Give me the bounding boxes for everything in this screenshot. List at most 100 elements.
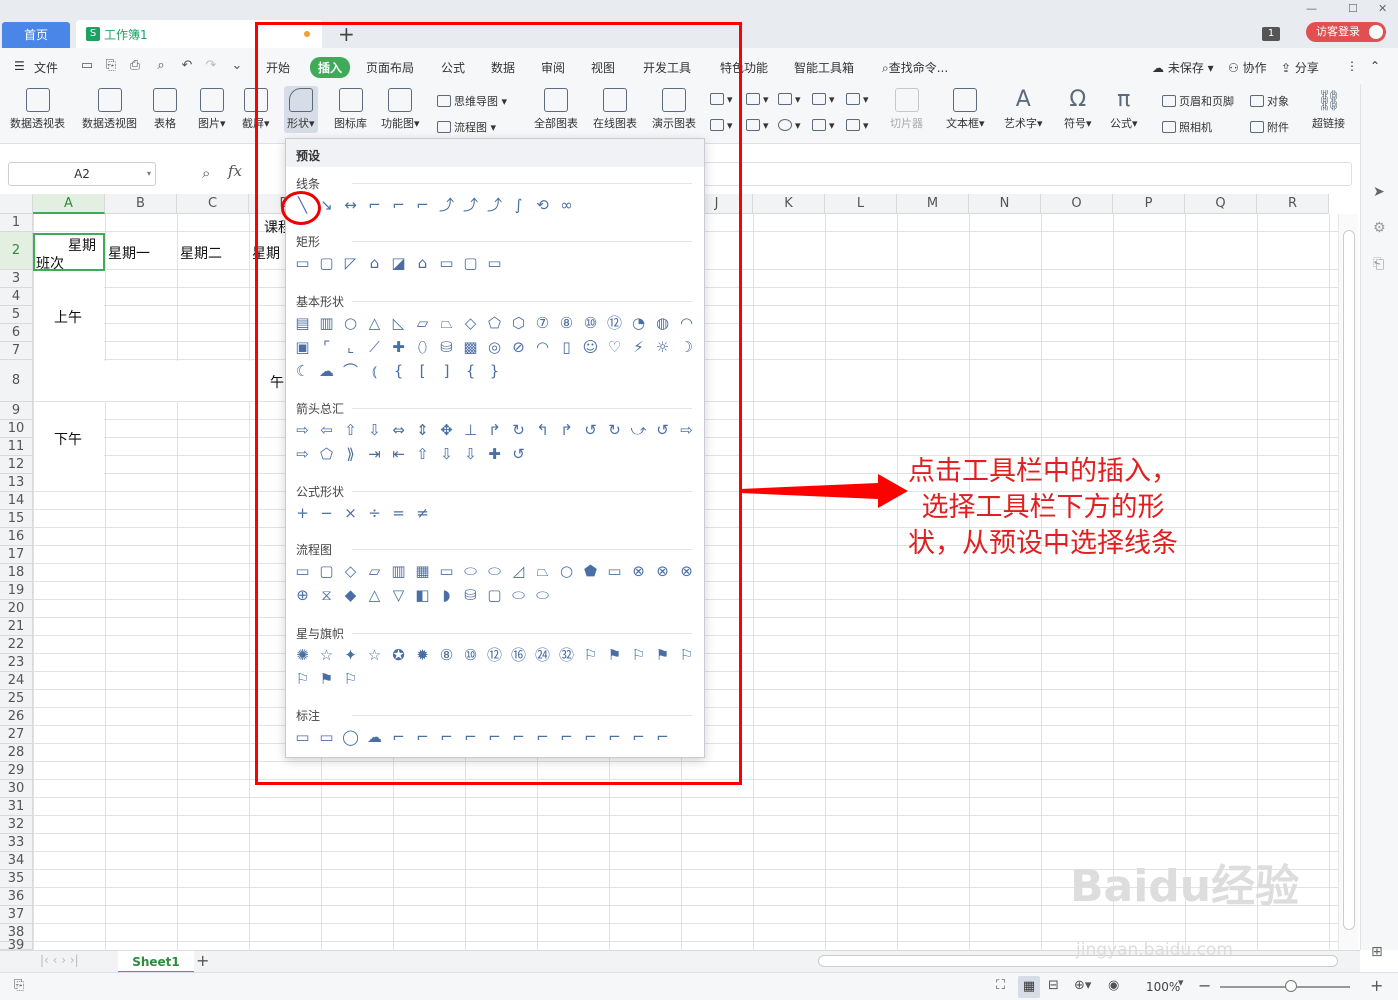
row-header-13[interactable]: 13 — [0, 474, 33, 492]
formula-button[interactable]: π 公式▾ — [1110, 88, 1138, 131]
row-header-9[interactable]: 9 — [0, 402, 33, 420]
column-header-p[interactable]: P — [1113, 194, 1185, 214]
add-sheet-button[interactable]: + — [196, 951, 209, 971]
page-break-view-icon[interactable]: ⊟ — [1048, 978, 1059, 993]
row-header-1[interactable]: 1 — [0, 214, 33, 232]
share-button[interactable]: ⇪ 分享 — [1281, 59, 1319, 76]
row-header-28[interactable]: 28 — [0, 744, 33, 762]
row-header-12[interactable]: 12 — [0, 456, 33, 474]
menu-smart-toolbox[interactable]: 智能工具箱 — [794, 59, 854, 76]
vertical-scroll-thumb[interactable] — [1343, 230, 1355, 930]
camera-button[interactable]: 照相机 — [1162, 119, 1212, 135]
row-header-14[interactable]: 14 — [0, 492, 33, 510]
visitor-login-button[interactable]: 访客登录 — [1306, 22, 1386, 42]
zoom-level[interactable]: 100% — [1146, 980, 1180, 994]
row-header-17[interactable]: 17 — [0, 546, 33, 564]
row-header-24[interactable]: 24 — [0, 672, 33, 690]
page-layout-view-icon[interactable]: ⊕▾ — [1074, 978, 1091, 993]
undo-icon[interactable]: ↶ — [180, 59, 194, 73]
row-header-7[interactable]: 7 — [0, 342, 33, 360]
row-header-37[interactable]: 37 — [0, 906, 33, 924]
line-chart-icon[interactable]: ▾ — [778, 93, 801, 106]
redo-icon[interactable]: ↷ — [204, 59, 218, 73]
column-header-k[interactable]: K — [753, 194, 825, 214]
scatter-chart-icon[interactable]: ▾ — [812, 119, 835, 132]
sheet-tab-sheet1[interactable]: Sheet1 — [118, 951, 194, 973]
row-header-15[interactable]: 15 — [0, 510, 33, 528]
pie-chart-icon[interactable]: ▾ — [778, 119, 801, 132]
window-count-badge[interactable]: 1 — [1262, 27, 1280, 41]
row-header-23[interactable]: 23 — [0, 654, 33, 672]
eye-protection-icon[interactable]: ◉ — [1108, 978, 1119, 993]
symbol-button[interactable]: Ω 符号▾ — [1064, 88, 1092, 131]
row-header-8[interactable]: 8 — [0, 360, 33, 402]
more-options-icon[interactable]: ⋮ — [1346, 59, 1358, 73]
cursor-select-icon[interactable]: ➤ — [1373, 184, 1385, 200]
name-box[interactable]: A2 ▾ — [8, 162, 156, 186]
textbox-button[interactable]: 文本框▾ — [946, 88, 985, 131]
row-header-30[interactable]: 30 — [0, 780, 33, 798]
row-header-29[interactable]: 29 — [0, 762, 33, 780]
pivot-chart-button[interactable]: 数据透视图 — [82, 88, 137, 131]
row-header-27[interactable]: 27 — [0, 726, 33, 744]
row-header-16[interactable]: 16 — [0, 528, 33, 546]
hyperlink-button[interactable]: ⛓ 超链接 — [1312, 88, 1345, 131]
macro-record-icon[interactable]: ⎘ — [14, 978, 24, 993]
sheet-nav-icon[interactable]: |‹ ‹ › ›| — [40, 953, 79, 967]
row-header-6[interactable]: 6 — [0, 324, 33, 342]
column-header-n[interactable]: N — [969, 194, 1041, 214]
menu-file[interactable]: 文件 — [34, 59, 58, 76]
area-chart-icon[interactable]: ▾ — [846, 93, 869, 106]
maximize-icon[interactable]: ☐ — [1348, 2, 1358, 15]
zoom-search-icon[interactable]: ⌕ — [202, 164, 210, 182]
row-header-20[interactable]: 20 — [0, 600, 33, 618]
row-header-25[interactable]: 25 — [0, 690, 33, 708]
column-header-b[interactable]: B — [105, 194, 177, 214]
vertical-scrollbar[interactable] — [1338, 214, 1358, 950]
merged-cell-row8[interactable] — [34, 361, 284, 401]
row-header-4[interactable]: 4 — [0, 288, 33, 306]
column-header-m[interactable]: M — [897, 194, 969, 214]
row-header-3[interactable]: 3 — [0, 270, 33, 288]
row-header-10[interactable]: 10 — [0, 420, 33, 438]
row-header-36[interactable]: 36 — [0, 888, 33, 906]
pivot-table-button[interactable]: 数据透视表 — [10, 88, 65, 131]
collaborate-button[interactable]: ⚇ 协作 — [1228, 59, 1267, 76]
select-all-corner[interactable] — [0, 194, 33, 214]
export-icon[interactable]: ⎘ — [104, 59, 118, 73]
collapse-ribbon-icon[interactable]: ⌃ — [1370, 59, 1380, 73]
row-header-19[interactable]: 19 — [0, 582, 33, 600]
property-icon[interactable]: ⚙ — [1373, 220, 1386, 236]
normal-view-icon[interactable]: ▦ — [1018, 976, 1040, 998]
search-command[interactable]: ⌕查找命令... — [882, 59, 948, 76]
minimize-icon[interactable]: — — [1306, 2, 1317, 15]
row-header-31[interactable]: 31 — [0, 798, 33, 816]
column-header-c[interactable]: C — [177, 194, 249, 214]
zoom-slider-knob[interactable] — [1285, 980, 1297, 992]
column-header-r[interactable]: R — [1257, 194, 1329, 214]
zoom-dropdown-icon[interactable]: ▾ — [1178, 976, 1184, 989]
row-header-2[interactable]: 2 — [0, 232, 33, 270]
row-header-34[interactable]: 34 — [0, 852, 33, 870]
backup-icon[interactable]: ⎗ — [1373, 256, 1384, 272]
hamburger-icon[interactable]: ☰ — [14, 59, 25, 73]
formula-input[interactable] — [704, 162, 1352, 186]
column-header-l[interactable]: L — [825, 194, 897, 214]
zoom-out-button[interactable]: − — [1198, 976, 1211, 995]
picture-button[interactable]: 图片▾ — [198, 88, 226, 131]
row-header-32[interactable]: 32 — [0, 816, 33, 834]
fx-icon[interactable]: fx — [228, 162, 242, 180]
zoom-in-button[interactable]: + — [1370, 976, 1383, 995]
object-button[interactable]: 对象 — [1250, 93, 1289, 109]
combo-chart-icon[interactable]: ▾ — [746, 119, 769, 132]
row-header-18[interactable]: 18 — [0, 564, 33, 582]
row-header-33[interactable]: 33 — [0, 834, 33, 852]
column-header-a[interactable]: A — [33, 194, 105, 214]
quick-access-dropdown-icon[interactable]: ⌄ — [230, 59, 244, 73]
header-footer-button[interactable]: 页眉和页脚 — [1162, 93, 1234, 109]
tab-home[interactable]: 首页 — [2, 22, 70, 48]
print-preview-icon[interactable]: ⌕ — [154, 59, 168, 73]
fullscreen-icon[interactable]: ⛶ — [996, 978, 1005, 993]
slicer-button[interactable]: 切片器 — [890, 88, 923, 131]
chevron-down-icon[interactable]: ▾ — [147, 163, 151, 185]
